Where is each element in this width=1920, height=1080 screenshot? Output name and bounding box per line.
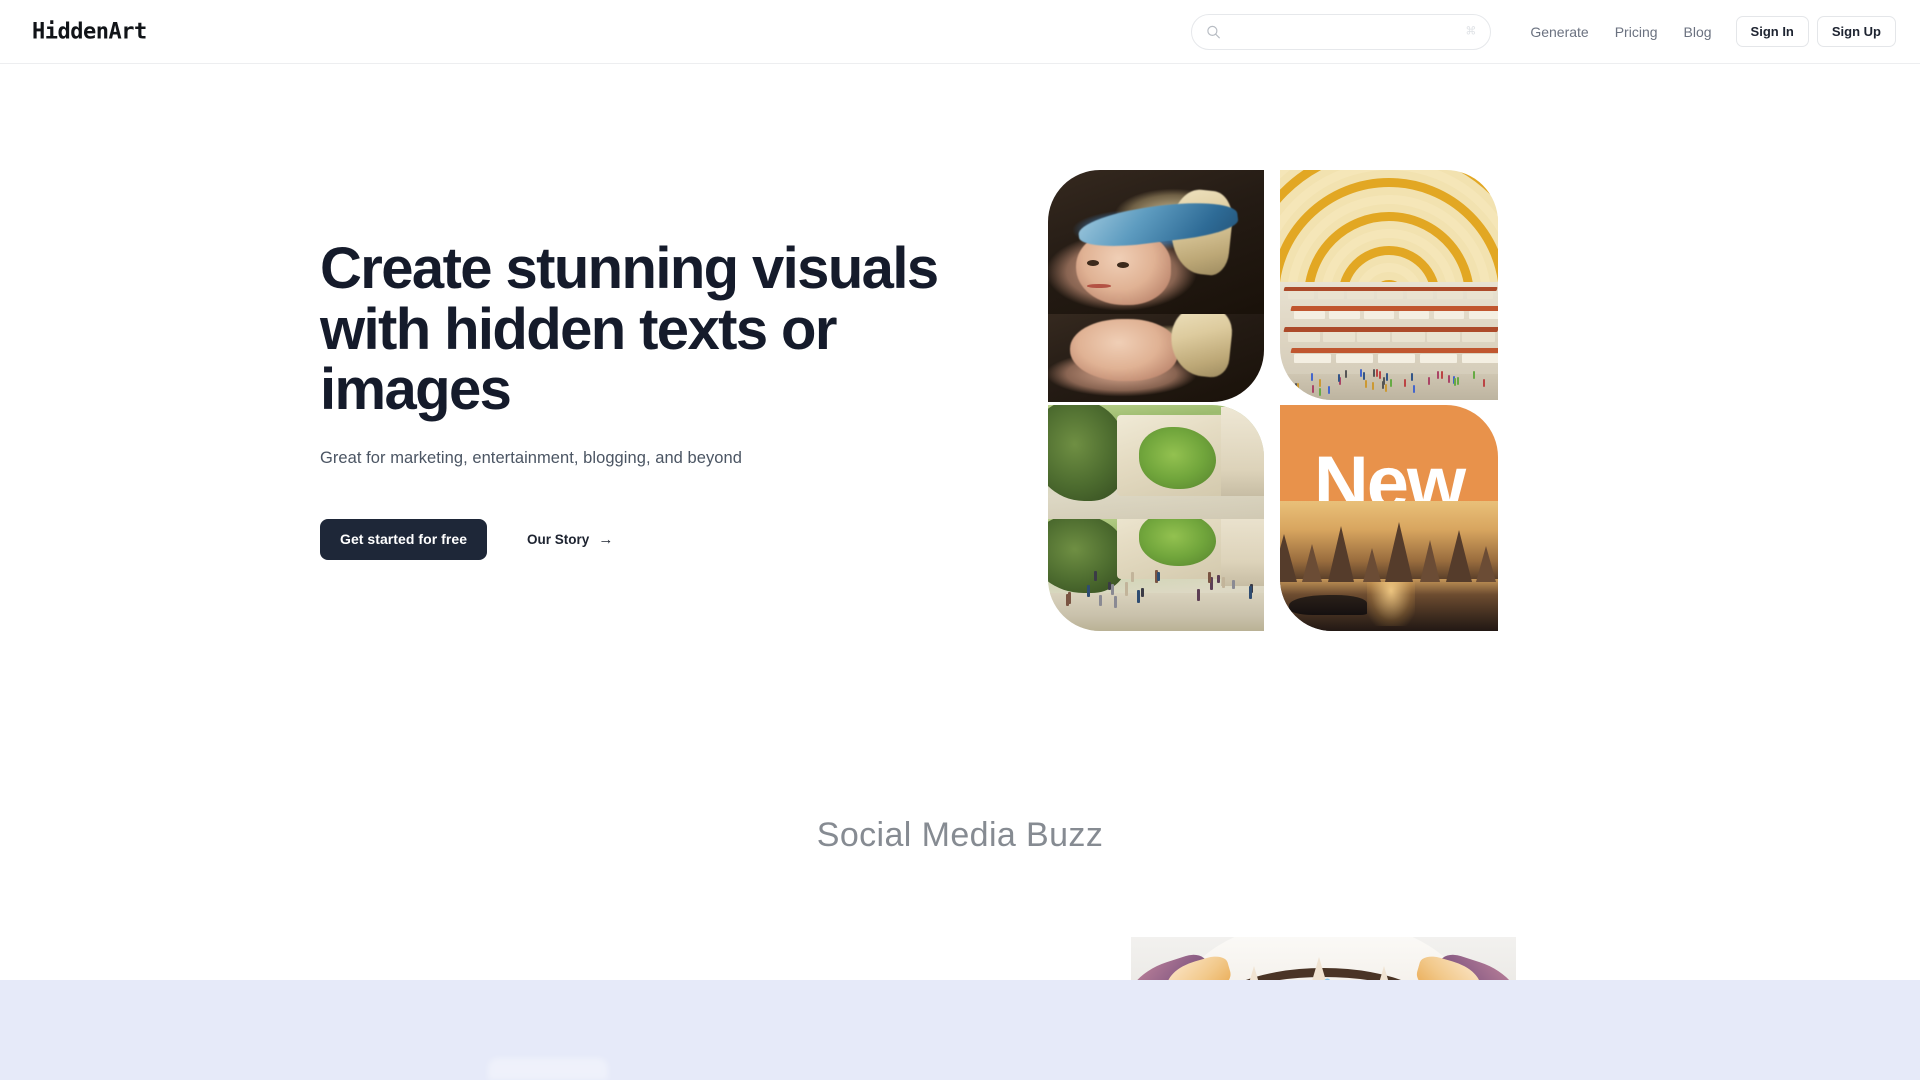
our-story-link[interactable]: Our Story → (527, 532, 613, 547)
header-nav-right: ⌘ Generate Pricing Blog Sign In Sign Up (1191, 14, 1896, 50)
hero-copy: Create stunning visuals with hidden text… (320, 239, 960, 560)
search-input[interactable] (1192, 15, 1490, 49)
tile-half-top: New (1280, 405, 1498, 507)
social-section-title: Social Media Buzz (0, 816, 1920, 855)
art-pearl-earring (1048, 170, 1264, 320)
primary-nav: Generate Pricing Blog (1517, 14, 1724, 50)
art-mountain-lake (1280, 501, 1498, 631)
tile-half-top (1048, 405, 1264, 525)
auth-buttons: Sign In Sign Up (1736, 16, 1896, 47)
hero-section: Create stunning visuals with hidden text… (0, 64, 1920, 744)
our-story-label: Our Story (527, 532, 589, 547)
tile-half-bottom (1280, 282, 1498, 400)
search-box[interactable]: ⌘ (1191, 14, 1491, 50)
get-started-button[interactable]: Get started for free (320, 519, 487, 560)
hero-gallery: New (1048, 127, 1602, 619)
new-overlay-text: New (1314, 453, 1464, 507)
sign-in-button[interactable]: Sign In (1736, 16, 1809, 47)
tile-half-top (1280, 170, 1498, 288)
brand-logo[interactable]: HiddenArt (32, 19, 147, 44)
search-icon (1206, 24, 1221, 39)
nav-link-blog[interactable]: Blog (1671, 14, 1725, 50)
tile-half-top (1048, 170, 1264, 320)
art-spiral-rings (1280, 170, 1498, 288)
tile-half-bottom (1280, 501, 1498, 631)
nav-link-generate[interactable]: Generate (1517, 14, 1601, 50)
art-ivy-street-upper (1048, 405, 1264, 525)
nav-link-pricing[interactable]: Pricing (1602, 14, 1671, 50)
next-section-band (0, 980, 1920, 1080)
hero-cta-row: Get started for free Our Story → (320, 519, 960, 560)
sign-up-button[interactable]: Sign Up (1817, 16, 1896, 47)
art-ivy-street-lower (1048, 519, 1264, 631)
next-section-peek-content (488, 1058, 608, 1080)
arrow-right-icon: → (598, 532, 613, 547)
tile-half-bottom (1048, 519, 1264, 631)
gallery-tile-new-mountains[interactable]: New (1280, 405, 1498, 631)
hero-headline: Create stunning visuals with hidden text… (320, 239, 940, 421)
hero-subheadline: Great for marketing, entertainment, blog… (320, 446, 960, 471)
gallery-tile-spiral-village[interactable] (1280, 170, 1498, 400)
search-shortcut-hint: ⌘ (1465, 26, 1476, 37)
art-village-roofs (1280, 282, 1498, 400)
art-pearl-earring-lower (1048, 314, 1264, 402)
site-header: HiddenArt ⌘ Generate Pricing Blog Sign I… (0, 0, 1920, 64)
tile-half-bottom (1048, 314, 1264, 402)
gallery-tile-ivy-street[interactable] (1048, 405, 1264, 631)
gallery-tile-pearl-earring[interactable] (1048, 170, 1264, 402)
